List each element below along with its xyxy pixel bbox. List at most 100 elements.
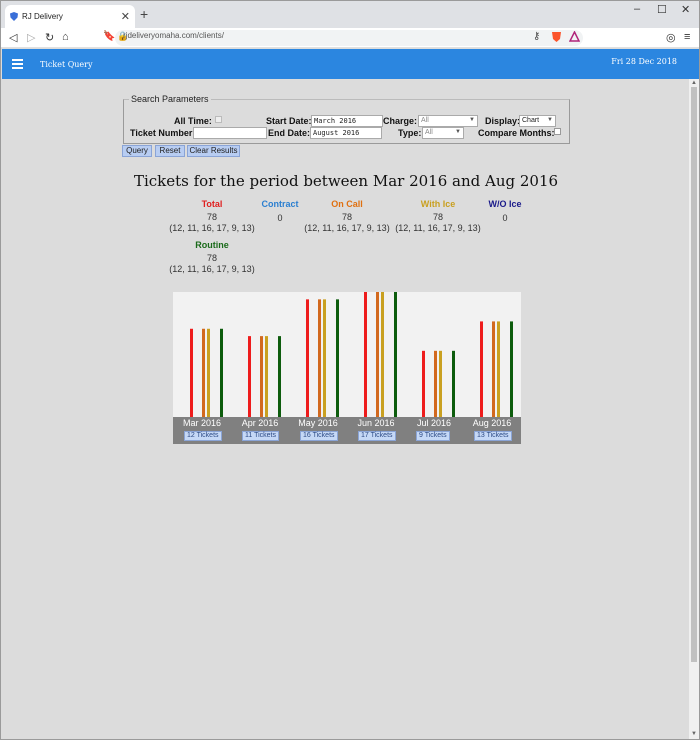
charge-select[interactable]: All ▼ [418, 115, 478, 127]
browser-toolbar: ◁ ▷ ↻ ⌂ 🔖 🔒 rjdeliveryomaha.com/clients/… [1, 28, 699, 48]
back-icon[interactable]: ◁ [9, 31, 17, 44]
display-label: Display: [485, 116, 521, 126]
display-select-value: Chart [522, 117, 540, 124]
type-select-value: All [425, 129, 433, 136]
chart-bar [510, 321, 513, 417]
start-date-label: Start Date: [266, 116, 312, 126]
total-detail: (12, 11, 16, 17, 9, 13) [169, 223, 255, 233]
ticket-count-badge[interactable]: 17 Tickets [358, 431, 396, 441]
all-time-checkbox[interactable] [215, 116, 222, 123]
x-tick-label: Aug 2016 [472, 418, 512, 428]
x-tick-label: Jul 2016 [416, 418, 452, 428]
chart-bar [265, 336, 268, 417]
compare-months-checkbox[interactable] [554, 128, 561, 135]
maximize-icon[interactable]: ☐ [657, 3, 667, 16]
charge-select-value: All [421, 117, 429, 124]
ticket-number-label: Ticket Number: [130, 128, 196, 138]
x-tick-label: Apr 2016 [241, 418, 279, 428]
chart-bar [318, 299, 321, 417]
results-heading: Tickets for the period between Mar 2016 … [133, 172, 559, 190]
scrollbar-thumb[interactable] [691, 87, 697, 662]
ticket-number-input[interactable] [193, 127, 267, 139]
scroll-up-icon[interactable]: ▲ [691, 80, 697, 86]
chart-bar [422, 350, 425, 417]
ticket-count-badge[interactable]: 9 Tickets [416, 431, 450, 441]
display-select[interactable]: Chart ▼ [519, 115, 556, 127]
chart-bar [278, 336, 281, 417]
query-button[interactable]: Query [122, 145, 152, 157]
chart-bar [248, 336, 251, 417]
routine-count: 78 [206, 253, 217, 263]
reset-button[interactable]: Reset [155, 145, 185, 157]
chart-bar [364, 292, 367, 417]
close-tab-icon[interactable]: ✕ [121, 10, 130, 23]
routine-label: Routine [195, 240, 229, 250]
type-label: Type: [398, 128, 422, 138]
forward-icon[interactable]: ▷ [27, 31, 35, 44]
compare-months-label: Compare Months: [478, 128, 555, 138]
chart-bar [480, 321, 483, 417]
chart-bar [497, 321, 500, 417]
wo-ice-count: 0 [502, 213, 508, 223]
page-title: Ticket Query [40, 60, 93, 69]
chart-bar [452, 350, 455, 417]
ticket-count-badge[interactable]: 12 Tickets [184, 431, 222, 441]
clear-results-button[interactable]: Clear Results [187, 145, 240, 157]
reload-icon[interactable]: ↻ [45, 31, 54, 44]
x-tick-label: Mar 2016 [182, 418, 222, 428]
account-icon[interactable]: ◎ [666, 31, 676, 44]
bookmark-icon[interactable]: 🔖 [103, 31, 115, 42]
browser-window: RJ Delivery ✕ + – ☐ ✕ ◁ ▷ ↻ ⌂ 🔖 🔒 rjdeli… [0, 0, 700, 740]
chart-bar [207, 328, 210, 417]
routine-detail: (12, 11, 16, 17, 9, 13) [169, 264, 255, 274]
header-date: Fri 28 Dec 2018 [611, 57, 677, 66]
tab-title: RJ Delivery [22, 12, 63, 21]
hamburger-menu-icon[interactable] [12, 59, 23, 69]
chart-bar [439, 350, 442, 417]
search-parameters-legend: Search Parameters [131, 94, 209, 104]
type-select[interactable]: All ▼ [422, 127, 464, 139]
chevron-down-icon: ▼ [547, 117, 553, 123]
chart-bar [260, 336, 263, 417]
routine-stat: Routine 78 (12, 11, 16, 17, 9, 13) [157, 240, 267, 275]
tab-strip: RJ Delivery ✕ + – ☐ ✕ [1, 1, 699, 28]
close-icon[interactable]: ✕ [681, 3, 690, 16]
vertical-scrollbar[interactable]: ▲ ▼ [689, 79, 699, 739]
chart-bar [434, 350, 437, 417]
menu-icon[interactable]: ≡ [684, 31, 690, 43]
chart-bar [376, 292, 379, 417]
chevron-down-icon: ▼ [469, 117, 475, 123]
chart-bar [394, 292, 397, 417]
chart-bar [306, 299, 309, 417]
browser-tab[interactable]: RJ Delivery ✕ [5, 5, 135, 28]
chart-bar [190, 328, 193, 417]
end-date-input[interactable]: August 2016 [310, 127, 382, 139]
url-text[interactable]: rjdeliveryomaha.com/clients/ [123, 31, 224, 40]
x-tick-label: Jun 2016 [357, 418, 395, 428]
end-date-label: End Date: [268, 128, 311, 138]
start-date-input[interactable]: March 2016 [311, 115, 383, 127]
with-ice-detail: (12, 11, 16, 17, 9, 13) [395, 223, 481, 233]
scroll-down-icon[interactable]: ▼ [691, 731, 697, 737]
plus-icon[interactable]: + [140, 6, 148, 22]
search-parameters: Search Parameters All Time: Ticket Numbe… [123, 94, 570, 144]
minimize-icon[interactable]: – [634, 3, 640, 15]
key-icon[interactable]: ⚷ [533, 31, 540, 42]
ticket-count-badge[interactable]: 13 Tickets [474, 431, 512, 441]
warning-triangle-icon[interactable] [569, 31, 580, 42]
ticket-count-badge[interactable]: 16 Tickets [300, 431, 338, 441]
all-time-label: All Time: [174, 116, 212, 126]
shield-icon [10, 12, 18, 21]
chart-bar [220, 328, 223, 417]
charge-label: Charge: [383, 116, 418, 126]
chevron-down-icon: ▼ [455, 129, 461, 135]
chart-bar [381, 292, 384, 417]
chart-bar [323, 299, 326, 417]
wo-ice-stat: W/O Ice 0 [450, 199, 560, 224]
brave-lion-icon[interactable] [551, 31, 562, 43]
home-icon[interactable]: ⌂ [62, 31, 69, 43]
chart-x-axis: Mar 2016 12 Tickets Apr 2016 11 Tickets May … [173, 417, 521, 444]
chart-bar [492, 321, 495, 417]
app-header: Ticket Query Fri 28 Dec 2018 [2, 49, 699, 79]
ticket-count-badge[interactable]: 11 Tickets [242, 431, 279, 441]
